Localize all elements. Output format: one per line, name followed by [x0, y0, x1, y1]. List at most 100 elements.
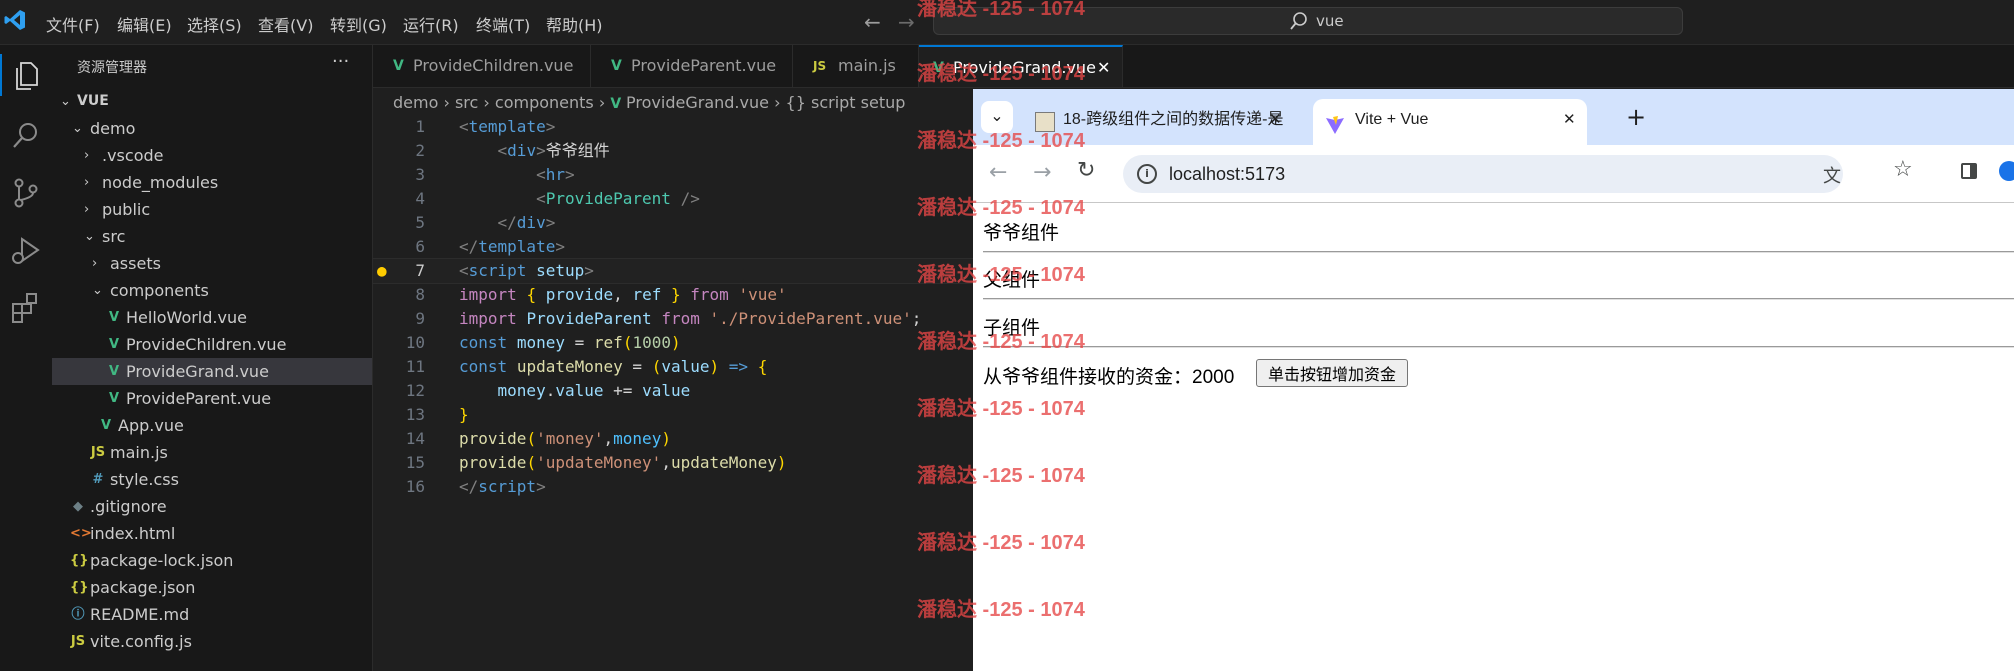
- line-number: 15: [405, 453, 425, 472]
- tree-file[interactable]: V HelloWorld.vue: [52, 304, 372, 331]
- line-number: 3: [415, 165, 425, 184]
- code-line[interactable]: 5 </div>: [373, 211, 973, 235]
- line-number: 4: [415, 189, 425, 208]
- code-text: <div>爷爷组件: [497, 141, 610, 160]
- code-line[interactable]: 15 provide('updateMoney',updateMoney): [373, 451, 973, 475]
- lightbulb-icon[interactable]: ●: [377, 259, 387, 283]
- vue-file-icon: V: [393, 58, 404, 74]
- explorer-icon[interactable]: [0, 54, 52, 96]
- site-info-icon[interactable]: i: [1137, 164, 1157, 184]
- menu-view[interactable]: 查看(V): [258, 12, 313, 36]
- breadcrumb: demo › src › components › V ProvideGrand…: [393, 90, 905, 116]
- menu-go[interactable]: 转到(G): [330, 12, 387, 36]
- tree-folder[interactable]: › assets: [52, 250, 372, 277]
- code-line[interactable]: 2 <div>爷爷组件: [373, 139, 973, 163]
- browser-tab-active[interactable]: Vite + Vue ✕: [1313, 99, 1587, 145]
- increase-money-button[interactable]: 单击按钮增加资金: [1256, 359, 1408, 387]
- tree-file[interactable]: JS main.js: [52, 439, 372, 466]
- menu-help[interactable]: 帮助(H): [546, 12, 603, 36]
- tree-file[interactable]: <> index.html: [52, 520, 372, 547]
- code-line[interactable]: 12 money.value += value: [373, 379, 973, 403]
- tab-provide-parent[interactable]: V ProvideParent.vue: [591, 45, 793, 87]
- tree-file[interactable]: V ProvideParent.vue: [52, 385, 372, 412]
- tree-folder[interactable]: ⌄ components: [52, 277, 372, 304]
- line-number: 5: [415, 213, 425, 232]
- tree-item-label: node_modules: [102, 173, 219, 192]
- browser-tab-strip: ⌄ 18-跨级组件之间的数据传递-是 ✕ Vite + Vue ✕ +: [973, 89, 2014, 145]
- breadcrumb-item[interactable]: ProvideGrand.vue: [626, 93, 769, 112]
- tree-file[interactable]: # style.css: [52, 466, 372, 493]
- address-bar[interactable]: i localhost:5173 文: [1123, 155, 1843, 193]
- code-line[interactable]: 9 import ProvideParent from './ProvidePar…: [373, 307, 973, 331]
- tree-folder[interactable]: › .vscode: [52, 142, 372, 169]
- run-debug-icon[interactable]: [8, 233, 44, 269]
- tree-item-label: App.vue: [118, 416, 184, 435]
- tree-item-label: public: [102, 200, 151, 219]
- tree-item-label: package.json: [90, 578, 196, 597]
- tree-folder[interactable]: › node_modules: [52, 169, 372, 196]
- vue-file-icon: V: [100, 418, 112, 433]
- tree-file[interactable]: ◆ .gitignore: [52, 493, 372, 520]
- watermark: 潘稳达 -125 - 1074: [917, 398, 1085, 420]
- tree-file[interactable]: V ProvideChildren.vue: [52, 331, 372, 358]
- bookmark-star-icon[interactable]: ☆: [1893, 157, 1913, 182]
- tab-label: ProvideParent.vue: [631, 56, 777, 75]
- divider: [983, 298, 2014, 300]
- code-line[interactable]: 10 const money = ref(1000): [373, 331, 973, 355]
- menu-terminal[interactable]: 终端(T): [476, 12, 530, 36]
- reload-icon[interactable]: ↻: [1077, 158, 1095, 183]
- close-tab-icon[interactable]: ✕: [1097, 47, 1110, 89]
- tree-file[interactable]: ⓘ README.md: [52, 601, 372, 628]
- code-line[interactable]: 14 provide('money',money): [373, 427, 973, 451]
- menu-edit[interactable]: 编辑(E): [117, 12, 172, 36]
- code-line[interactable]: 8 import { provide, ref } from 'vue': [373, 283, 973, 307]
- breadcrumb-item[interactable]: {} script setup: [786, 93, 906, 112]
- more-actions-icon[interactable]: ···: [332, 51, 349, 72]
- breadcrumb-item[interactable]: demo: [393, 93, 438, 112]
- source-control-icon[interactable]: [8, 175, 44, 211]
- tree-file[interactable]: V App.vue: [52, 412, 372, 439]
- code-line[interactable]: 13}: [373, 403, 973, 427]
- watermark: 潘稳达 -125 - 1074: [917, 331, 1085, 353]
- profile-avatar-icon[interactable]: [1999, 161, 2014, 181]
- tab-main-js[interactable]: JS main.js: [793, 45, 919, 87]
- tree-file[interactable]: JS vite.config.js: [52, 628, 372, 655]
- workspace-root[interactable]: ⌄ VUE: [52, 88, 372, 115]
- tree-folder[interactable]: › public: [52, 196, 372, 223]
- extensions-icon[interactable]: [8, 290, 44, 326]
- tab-provide-children[interactable]: V ProvideChildren.vue: [373, 45, 591, 87]
- new-tab-button[interactable]: +: [1626, 103, 1646, 131]
- code-line-current[interactable]: 7 ● <script setup>: [372, 258, 974, 284]
- tree-item-label: main.js: [110, 443, 168, 462]
- menu-file[interactable]: 文件(F): [46, 12, 100, 36]
- close-tab-icon[interactable]: ✕: [1563, 99, 1576, 141]
- code-line[interactable]: 3 <hr>: [373, 163, 973, 187]
- code-line[interactable]: 6 </template>: [373, 235, 973, 259]
- breadcrumb-item[interactable]: components: [495, 93, 594, 112]
- line-number: 12: [405, 381, 425, 400]
- tree-file[interactable]: {} package-lock.json: [52, 547, 372, 574]
- tree-file[interactable]: V ProvideGrand.vue: [52, 358, 372, 385]
- watermark: 潘稳达 -125 - 1074: [917, 264, 1085, 286]
- nav-back-icon[interactable]: ←: [864, 10, 881, 34]
- search-view-icon[interactable]: [8, 118, 44, 154]
- breadcrumb-item[interactable]: src: [455, 93, 478, 112]
- code-line[interactable]: 11 const updateMoney = (value) => {: [373, 355, 973, 379]
- forward-arrow-icon[interactable]: →: [1033, 160, 1051, 185]
- side-panel-icon[interactable]: [1961, 163, 1977, 179]
- menu-run[interactable]: 运行(R): [403, 12, 459, 36]
- code-line[interactable]: 16 </script>: [373, 475, 973, 499]
- code-line[interactable]: 1 <template>: [373, 115, 973, 139]
- chevron-down-icon: ⌄: [60, 94, 71, 109]
- tree-folder[interactable]: ⌄ src: [52, 223, 372, 250]
- tree-folder[interactable]: ⌄ demo: [52, 115, 372, 142]
- translate-icon[interactable]: 文: [1823, 162, 1841, 188]
- menu-selection[interactable]: 选择(S): [187, 12, 242, 36]
- tree-file[interactable]: {} package.json: [52, 574, 372, 601]
- activity-bar: [0, 45, 53, 671]
- back-arrow-icon[interactable]: ←: [989, 160, 1007, 185]
- money-label: 从爷爷组件接收的资金：: [983, 367, 1193, 388]
- code-line[interactable]: 4 <ProvideParent />: [373, 187, 973, 211]
- close-tab-icon[interactable]: ✕: [1269, 99, 1282, 141]
- nav-forward-icon[interactable]: →: [898, 10, 915, 34]
